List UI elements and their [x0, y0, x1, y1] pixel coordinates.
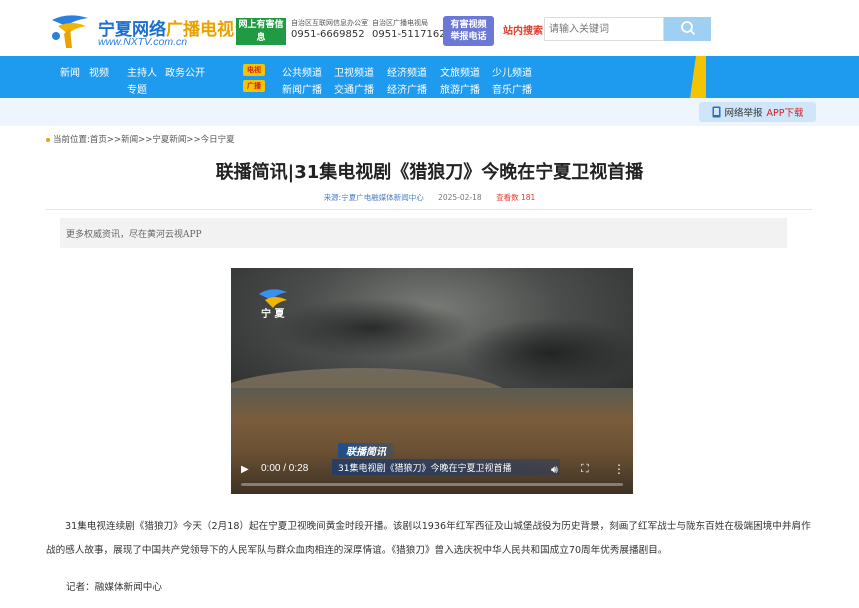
cyber-office-info: 自治区互联网信息办公室 0951-6669852 — [291, 18, 368, 42]
nav-tv-kids[interactable]: 少儿频道 — [492, 64, 532, 79]
more-icon[interactable]: ⋮ — [613, 462, 625, 476]
article-reporter: 记者：融媒体新闻中心 — [66, 582, 162, 593]
bullet-icon — [46, 137, 50, 142]
video-controls: ▶ 0:00 / 0:28 🔊︎ ⛶ ⋮ — [231, 450, 633, 494]
progress-bar[interactable] — [241, 483, 623, 486]
radio-bureau-label: 自治区广播电视局 — [372, 19, 428, 27]
nav-item-hosts[interactable]: 主持人 — [127, 64, 157, 79]
app-promo-note: 更多权威资讯，尽在黄河云视APP — [60, 218, 787, 248]
nav-item-news[interactable]: 新闻 — [60, 64, 80, 79]
nav-radio-news[interactable]: 新闻广播 — [282, 81, 322, 96]
site-header: 宁夏网络广播电视台 www.NXTV.com.cn 网上有害信息 举报专区 自治… — [0, 0, 859, 56]
fullscreen-icon[interactable]: ⛶ — [581, 462, 589, 476]
nav-tv-economy[interactable]: 经济频道 — [387, 64, 427, 79]
breadcrumb[interactable]: 当前位置:首页>>新闻>>宁夏新闻>>今日宁夏 — [46, 133, 235, 145]
radio-bureau-phone: 0951-5117162 — [372, 29, 446, 40]
play-icon[interactable]: ▶ — [241, 464, 249, 475]
nav-tv-public[interactable]: 公共频道 — [282, 64, 322, 79]
article-source: 来源:宁夏广电融媒体新闻中心 — [323, 193, 424, 202]
nav-item-topics[interactable]: 专题 — [127, 81, 147, 96]
article-date: 2025-02-18 — [438, 193, 482, 202]
video-frame-cloud — [461, 318, 633, 388]
nav-tv-culture-travel[interactable]: 文旅频道 — [440, 64, 480, 79]
online-report-badge[interactable]: 网上有害信息 举报专区 — [236, 18, 286, 56]
search-icon — [680, 20, 695, 35]
article-meta: 来源:宁夏广电融媒体新闻中心 2025-02-18 查看数 181 — [0, 192, 859, 203]
article-views: 查看数 181 — [496, 193, 536, 202]
nav-radio-travel[interactable]: 旅游广播 — [440, 81, 480, 96]
logo-url: www.NXTV.com.cn — [98, 36, 188, 48]
video-player[interactable]: 宁 夏 联播简讯 31集电视剧《猎狼刀》今晚在宁夏卫视首播 ▶ 0:00 / 0… — [231, 268, 633, 494]
nav-radio-traffic[interactable]: 交通广播 — [334, 81, 374, 96]
radio-tag: 广播 — [243, 80, 265, 92]
search-label: 站内搜索 — [503, 26, 543, 37]
search-button[interactable] — [664, 17, 711, 41]
channel-logo-text: 宁 夏 — [261, 309, 285, 320]
article-paragraph: 31集电视连续剧《猎狼刀》今天（2月18）起在宁夏卫视晚间黄金时段开播。该剧以1… — [46, 521, 811, 556]
app-label-download: APP下载 — [766, 108, 804, 119]
tv-badge-line1: 有害视频 — [450, 20, 487, 30]
video-time: 0:00 / 0:28 — [261, 463, 309, 474]
nav-radio-economy[interactable]: 经济广播 — [387, 81, 427, 96]
logo-mark-icon — [52, 15, 88, 48]
article-title: 联播简讯|31集电视剧《猎狼刀》今晚在宁夏卫视首播 — [215, 162, 644, 183]
tv-badge-line2: 举报电话 — [450, 32, 487, 42]
nav-tv-satellite[interactable]: 卫视频道 — [334, 64, 374, 79]
search-input[interactable] — [544, 17, 664, 41]
video-frame-cloud — [271, 298, 471, 358]
radio-bureau-info: 自治区广播电视局 0951-5117162 — [372, 18, 446, 42]
nav-right-area — [706, 56, 859, 98]
site-logo[interactable]: 宁夏网络广播电视台 www.NXTV.com.cn — [48, 12, 251, 52]
phone-app-icon — [712, 106, 720, 118]
report-badge-line1: 网上有害信息 — [238, 20, 284, 43]
breadcrumb-text[interactable]: 当前位置:首页>>新闻>>宁夏新闻>>今日宁夏 — [53, 135, 235, 145]
app-download-button[interactable]: 网络举报 APP下载 — [699, 102, 816, 122]
nav-item-video[interactable]: 视频 — [89, 64, 109, 79]
nav-radio-music[interactable]: 音乐广播 — [492, 81, 532, 96]
nav-item-gov-affairs[interactable]: 政务公开 — [165, 64, 205, 79]
volume-icon[interactable]: 🔊︎ — [551, 463, 558, 477]
tv-tag: 电视 — [243, 64, 265, 76]
cyber-office-label: 自治区互联网信息办公室 — [291, 19, 368, 27]
cyber-office-phone: 0951-6669852 — [291, 29, 365, 40]
harmful-video-report-badge[interactable]: 有害视频 举报电话 — [443, 16, 494, 46]
divider — [46, 209, 812, 210]
app-label-report: 网络举报 — [724, 108, 763, 119]
